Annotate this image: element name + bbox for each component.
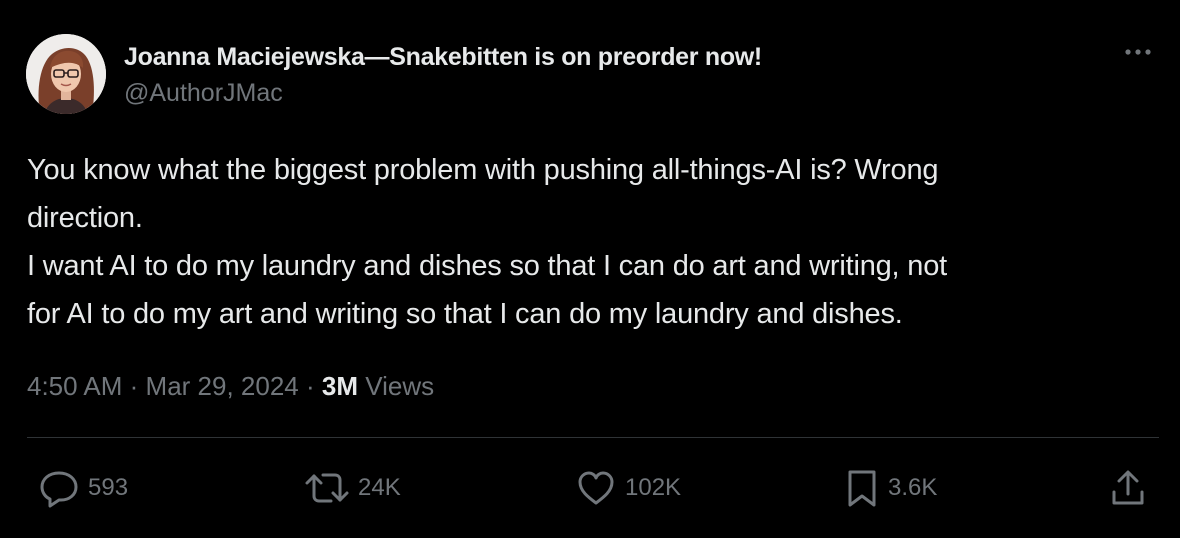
action-bar: 593 24K 102K 3.6K bbox=[0, 466, 1180, 510]
more-dots-icon bbox=[1125, 49, 1151, 55]
heart-icon bbox=[575, 468, 617, 508]
author-block: Joanna Maciejewska—Snakebitten is on pre… bbox=[124, 42, 762, 108]
repost-icon bbox=[304, 468, 350, 508]
author-display-name[interactable]: Joanna Maciejewska—Snakebitten is on pre… bbox=[124, 42, 762, 72]
bookmark-count: 3.6K bbox=[888, 474, 938, 501]
reply-icon bbox=[38, 468, 80, 508]
tweet-text-line: You know what the biggest problem with p… bbox=[27, 154, 939, 186]
reply-count: 593 bbox=[88, 474, 129, 501]
tweet-text-line: I want AI to do my laundry and dishes so… bbox=[27, 250, 947, 282]
tweet-text: You know what the biggest problem with p… bbox=[27, 146, 1162, 338]
avatar-image bbox=[26, 34, 106, 114]
meta-separator: · bbox=[306, 371, 315, 401]
share-icon bbox=[1108, 468, 1148, 508]
tweet-time[interactable]: 4:50 AM bbox=[27, 371, 122, 401]
divider bbox=[27, 437, 1159, 438]
share-button[interactable] bbox=[1108, 466, 1148, 510]
bookmark-icon bbox=[844, 468, 880, 508]
repost-button[interactable]: 24K bbox=[304, 466, 401, 510]
tweet-date[interactable]: Mar 29, 2024 bbox=[146, 371, 299, 401]
like-button[interactable]: 102K bbox=[575, 466, 681, 510]
author-handle[interactable]: @AuthorJMac bbox=[124, 78, 762, 108]
more-options-button[interactable] bbox=[1122, 42, 1154, 62]
views-label: Views bbox=[365, 371, 435, 401]
avatar[interactable] bbox=[26, 34, 106, 114]
tweet-text-line: direction. bbox=[27, 202, 143, 234]
tweet-meta: 4:50 AM · Mar 29, 2024 · 3M Views bbox=[27, 370, 434, 402]
repost-count: 24K bbox=[358, 474, 401, 501]
bookmark-button[interactable]: 3.6K bbox=[844, 466, 937, 510]
tweet-text-line: for AI to do my art and writing so that … bbox=[27, 298, 903, 330]
tweet-header: Joanna Maciejewska—Snakebitten is on pre… bbox=[26, 34, 1156, 116]
tweet-card: Joanna Maciejewska—Snakebitten is on pre… bbox=[0, 0, 1180, 538]
views-count[interactable]: 3M bbox=[322, 371, 358, 401]
like-count: 102K bbox=[625, 474, 682, 501]
reply-button[interactable]: 593 bbox=[38, 466, 128, 510]
meta-separator: · bbox=[129, 371, 139, 401]
